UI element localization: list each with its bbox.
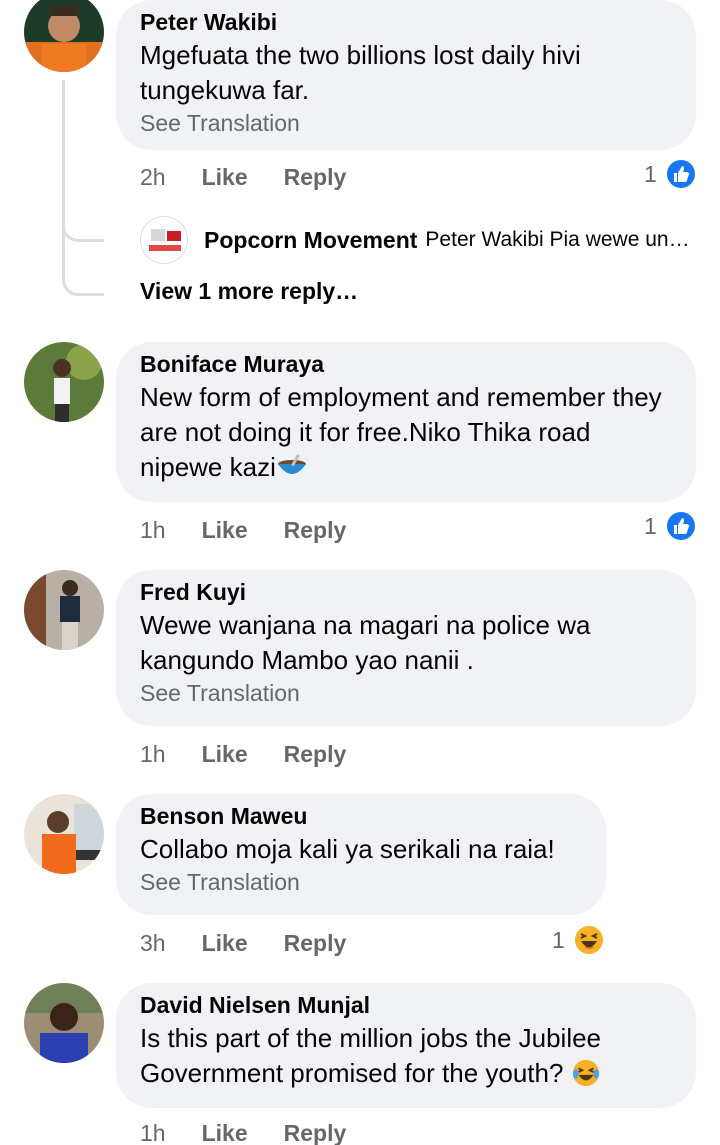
comment-bubble: Peter Wakibi Mgefuata the two billions l… [116,0,696,150]
like-button[interactable]: Like [202,930,248,956]
comment-time[interactable]: 2h [140,164,166,190]
reply-button[interactable]: Reply [284,1120,347,1145]
comment-actions: 3h Like Reply [140,928,346,958]
comment-author[interactable]: Benson Maweu [140,800,582,832]
comment-text: Is this part of the million jobs the Jub… [140,1023,602,1088]
avatar[interactable] [24,342,104,422]
reply-button[interactable]: Reply [284,517,347,543]
comment-actions: 1h Like Reply [140,515,346,545]
comment-bubble: Boniface Muraya New form of employment a… [116,342,696,502]
view-more-replies-link[interactable]: View 1 more reply… [140,278,358,305]
comment-author[interactable]: Boniface Muraya [140,348,672,380]
like-button[interactable]: Like [202,741,248,767]
like-button[interactable]: Like [202,164,248,190]
comment-bubble: Fred Kuyi Wewe wanjana na magari na poli… [116,570,696,726]
avatar[interactable] [24,983,104,1063]
bowl-emoji [276,454,308,480]
reaction-summary[interactable]: 1 [644,510,697,542]
laughing-tears-emoji [571,1058,601,1088]
avatar[interactable] [24,0,104,72]
comment-author[interactable]: Peter Wakibi [140,6,672,38]
comment-actions: 2h Like Reply [140,162,346,192]
comment-author[interactable]: Fred Kuyi [140,576,672,608]
reaction-summary[interactable]: 1 [644,158,697,190]
haha-icon [572,924,605,956]
like-icon [664,510,697,542]
comment-text: Wewe wanjana na magari na police wa kang… [140,610,591,675]
reaction-summary[interactable]: 1 [552,924,605,956]
thread-connector [62,212,104,242]
comment-time[interactable]: 1h [140,1120,166,1145]
like-button[interactable]: Like [202,1120,248,1145]
like-icon [664,158,697,190]
reply-preview[interactable]: Popcorn Movement Peter Wakibi Pia wewe u… [140,216,690,264]
reply-button[interactable]: Reply [284,930,347,956]
like-button[interactable]: Like [202,517,248,543]
comment-text: Mgefuata the two billions lost daily hiv… [140,40,581,105]
reply-author[interactable]: Popcorn Movement [204,227,417,254]
see-translation-link[interactable]: See Translation [140,867,582,897]
thread-connector [62,240,104,296]
reaction-count: 1 [552,926,565,953]
reaction-count: 1 [644,160,657,187]
comment-time[interactable]: 1h [140,517,166,543]
reply-text: Peter Wakibi Pia wewe un… [425,228,690,251]
reply-button[interactable]: Reply [284,164,347,190]
avatar[interactable] [24,570,104,650]
comment-time[interactable]: 3h [140,930,166,956]
comment-actions: 1h Like Reply [140,739,346,769]
reaction-count: 1 [644,512,657,539]
avatar[interactable] [24,794,104,874]
see-translation-link[interactable]: See Translation [140,108,672,138]
reply-button[interactable]: Reply [284,741,347,767]
comment-bubble: Benson Maweu Collabo moja kali ya serika… [116,794,606,915]
comment-author[interactable]: David Nielsen Munjal [140,989,672,1021]
see-translation-link[interactable]: See Translation [140,678,672,708]
comment-actions: 1h Like Reply [140,1118,346,1145]
comment-time[interactable]: 1h [140,741,166,767]
comment-text: New form of employment and remember they… [140,382,662,482]
comment-bubble: David Nielsen Munjal Is this part of the… [116,983,696,1108]
avatar[interactable] [140,216,188,264]
comment-text: Collabo moja kali ya serikali na raia! [140,834,555,864]
